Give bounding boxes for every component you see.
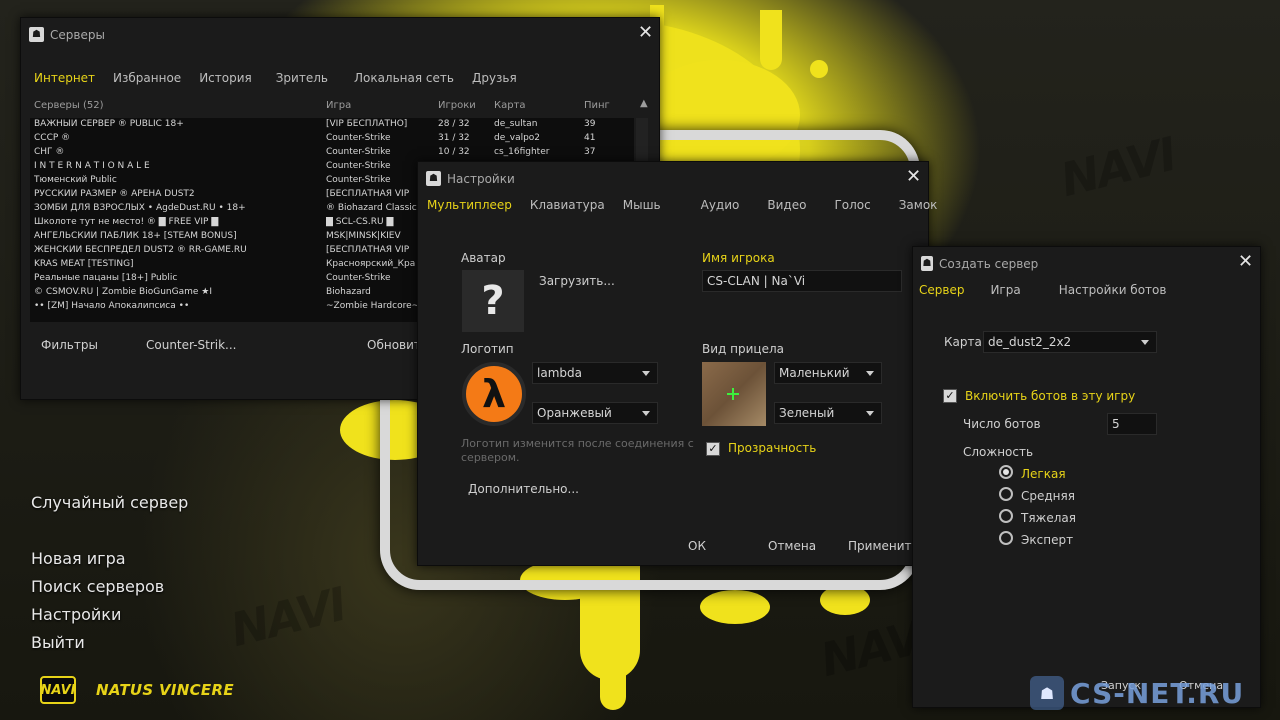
tab-friends[interactable]: Друзья: [463, 65, 526, 91]
tab-game[interactable]: Игра: [981, 277, 1029, 303]
settings-tabs: Мультиплеер Клавиатура Мышь Аудио Видео …: [418, 192, 946, 218]
ok-button[interactable]: ОК: [688, 539, 706, 553]
tab-multiplayer[interactable]: Мультиплеер: [418, 192, 521, 218]
chevron-down-icon: [642, 411, 650, 416]
servers-title-text: Серверы: [50, 27, 105, 42]
difficulty-normal-label: Средняя: [1021, 489, 1075, 503]
refresh-button[interactable]: Обновит: [367, 338, 421, 352]
map-select[interactable]: de_dust2_2x2: [983, 331, 1157, 353]
create-server-title-text: Создать сервер: [939, 256, 1039, 271]
tab-bot-settings[interactable]: Настройки ботов: [1050, 277, 1176, 303]
crosshair-size-select[interactable]: Маленький: [774, 362, 882, 384]
tab-lan[interactable]: Локальная сеть: [345, 65, 463, 91]
bot-count-label: Число ботов: [963, 417, 1041, 431]
menu-find-servers[interactable]: Поиск серверов: [31, 577, 164, 596]
crosshair-preview: [702, 362, 766, 426]
cancel-button[interactable]: Отмена: [768, 539, 816, 553]
team-name: NATUS VINCERE: [96, 681, 234, 699]
logo-color-select[interactable]: Оранжевый: [532, 402, 658, 424]
transparency-checkbox[interactable]: ✓: [706, 442, 720, 456]
tab-voice[interactable]: Голос: [825, 192, 879, 218]
col-players[interactable]: Игроки: [438, 100, 476, 111]
menu-settings[interactable]: Настройки: [31, 605, 121, 624]
servers-window-title: ☗ Серверы: [29, 27, 105, 42]
sort-up-icon[interactable]: ▲: [640, 98, 648, 109]
tab-internet[interactable]: Интернет: [25, 65, 104, 91]
navi-logo-icon: NAVI: [40, 676, 76, 704]
crosshair-label: Вид прицела: [702, 342, 784, 356]
table-row[interactable]: СНГ ® Counter-Strike 10 / 32 cs_16fighter 37: [30, 146, 634, 160]
table-row[interactable]: ВАЖНЫЙ СЕРВЕР ® PUBLIC 18+ [VIP БЕСПЛАТНО…: [30, 118, 634, 132]
logo-label: Логотип: [461, 342, 514, 356]
settings-window: ☗ Настройки ✕ Мультиплеер Клавиатура Мыш…: [417, 161, 937, 566]
enable-bots-checkbox[interactable]: ✓: [943, 389, 957, 403]
settings-title-text: Настройки: [447, 171, 515, 186]
settings-window-title: ☗ Настройки: [426, 171, 515, 186]
tab-spectate[interactable]: Зритель: [267, 65, 337, 91]
player-name-label: Имя игрока: [702, 251, 775, 265]
map-label: Карта: [944, 335, 982, 349]
difficulty-hard-label: Тяжелая: [1021, 511, 1076, 525]
filter-game-value[interactable]: Counter-Strik...: [146, 338, 237, 352]
transparency-label: Прозрачность: [728, 441, 817, 455]
table-row[interactable]: СССР ® Counter-Strike 31 / 32 de_valpo2 41: [30, 132, 634, 146]
site-watermark: ☗ CS-NET.RU: [1030, 676, 1244, 710]
chevron-down-icon: [866, 371, 874, 376]
cs-app-icon: ☗: [426, 171, 441, 186]
difficulty-expert-label: Эксперт: [1021, 533, 1074, 547]
servers-tabs: Интернет Избранное История Зритель Локал…: [25, 65, 526, 91]
logo-note: Логотип изменится после соединения с сер…: [461, 437, 694, 464]
avatar-label: Аватар: [461, 251, 506, 265]
col-game[interactable]: Игра: [326, 100, 351, 111]
apply-button[interactable]: Применить: [848, 539, 919, 553]
watermark-text: CS-NET.RU: [1070, 676, 1245, 710]
col-ping[interactable]: Пинг: [584, 100, 610, 111]
tab-video[interactable]: Видео: [758, 192, 815, 218]
difficulty-hard-radio[interactable]: [999, 509, 1013, 523]
difficulty-label: Сложность: [963, 445, 1034, 459]
filters-button[interactable]: Фильтры: [41, 338, 98, 352]
server-list-header: Серверы (52) Игра Игроки Карта Пинг ▲: [30, 98, 650, 114]
chevron-down-icon: [642, 371, 650, 376]
close-icon[interactable]: ✕: [906, 168, 921, 186]
crosshair-color-select[interactable]: Зеленый: [774, 402, 882, 424]
bot-count-input[interactable]: 5: [1107, 413, 1157, 435]
create-server-window-title: ☗ Создать сервер: [921, 256, 1038, 271]
tab-lock[interactable]: Замок: [890, 192, 947, 218]
difficulty-easy-radio[interactable]: [999, 465, 1013, 479]
navi-branding: NAVI NATUS VINCERE: [40, 676, 234, 704]
logo-select[interactable]: lambda: [532, 362, 658, 384]
tab-mouse[interactable]: Мышь: [614, 192, 670, 218]
create-server-window: ☗ Создать сервер ✕ Сервер Игра Настройки…: [912, 246, 1261, 708]
tab-keyboard[interactable]: Клавиатура: [521, 192, 614, 218]
lambda-logo-icon: λ: [462, 362, 526, 426]
tab-favorites[interactable]: Избранное: [104, 65, 190, 91]
col-map[interactable]: Карта: [494, 100, 526, 111]
menu-random-server[interactable]: Случайный сервер: [31, 493, 188, 512]
cs-app-icon: ☗: [29, 27, 44, 42]
cs-app-icon: ☗: [921, 256, 933, 271]
avatar[interactable]: ?: [462, 270, 524, 332]
player-name-input[interactable]: CS-CLAN | Na`Vi: [702, 270, 902, 292]
chevron-down-icon: [1141, 340, 1149, 345]
chevron-down-icon: [866, 411, 874, 416]
enable-bots-label: Включить ботов в эту игру: [965, 389, 1136, 403]
close-icon[interactable]: ✕: [1238, 253, 1253, 271]
cs-net-logo-icon: ☗: [1030, 676, 1064, 710]
tab-server[interactable]: Сервер: [913, 277, 973, 303]
col-servers[interactable]: Серверы (52): [34, 100, 103, 111]
upload-button[interactable]: Загрузить...: [539, 274, 615, 288]
menu-new-game[interactable]: Новая игра: [31, 549, 126, 568]
advanced-button[interactable]: Дополнительно...: [468, 482, 579, 496]
menu-quit[interactable]: Выйти: [31, 633, 85, 652]
create-server-tabs: Сервер Игра Настройки ботов: [913, 277, 1175, 303]
tab-audio[interactable]: Аудио: [692, 192, 749, 218]
tab-history[interactable]: История: [190, 65, 261, 91]
difficulty-expert-radio[interactable]: [999, 531, 1013, 545]
difficulty-normal-radio[interactable]: [999, 487, 1013, 501]
difficulty-easy-label: Легкая: [1021, 467, 1066, 481]
close-icon[interactable]: ✕: [638, 24, 653, 42]
